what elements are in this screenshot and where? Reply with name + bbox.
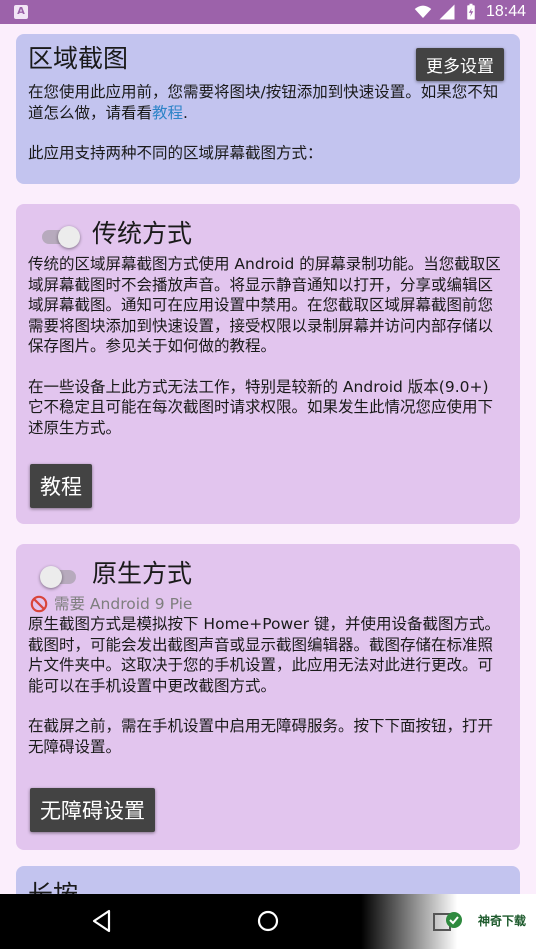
native-method-switch[interactable] [40,564,78,588]
legacy-method-card: 传统方式 传统的区域屏幕截图方式使用 Android 的屏幕录制功能。当您截取区… [16,204,520,524]
requirement-text: 需要 Android 9 Pie [54,595,193,613]
watermark-text: 神奇下载 [477,914,526,928]
native-method-title: 原生方式 [92,559,193,588]
native-accessibility-note: 在截屏之前，需在手机设置中启用无障碍服务。按下下面按钮，打开无障碍设置。 [28,717,494,756]
tutorial-button[interactable]: 教程 [30,464,92,508]
long-press-card: 长按 [16,866,520,894]
wifi-icon [414,5,432,18]
accessibility-settings-button[interactable]: 无障碍设置 [30,788,155,832]
main-scroll-content[interactable]: 区域截图 更多设置 在您使用此应用前，您需要将图块/按钮添加到快速设置。如果您不… [0,24,536,894]
watermark: 神奇下载 [361,894,536,949]
navigation-bar: 神奇下载 [0,894,536,949]
legacy-method-switch[interactable] [42,224,80,248]
watermark-logo-icon [446,912,462,928]
tutorial-link[interactable]: 教程 [152,104,183,122]
requirement-row: 需要 Android 9 Pie [30,594,508,614]
status-icons: 18:44 [414,0,526,24]
app-notification-icon: A [14,5,28,19]
native-method-card: 原生方式 需要 Android 9 Pie 原生截图方式是模拟按下 Home+P… [16,544,520,850]
status-bar: A 18:44 [0,0,536,24]
intro-text: 在您使用此应用前，您需要将图块/按钮添加到快速设置。如果您不知道怎么做，请看看教… [28,82,508,123]
back-icon[interactable] [89,908,115,934]
methods-text: 此应用支持两种不同的区域屏幕截图方式： [28,144,323,162]
legacy-method-header: 传统方式 [28,214,508,254]
legacy-warning: 在一些设备上此方式无法工作，特别是较新的 Android 版本(9.0+) 它不… [28,377,494,437]
clock: 18:44 [485,3,526,20]
native-method-header: 原生方式 [28,554,508,594]
long-press-title: 长按 [28,878,508,894]
legacy-description: 传统的区域屏幕截图方式使用 Android 的屏幕录制功能。当您截取区域屏幕截图… [28,255,501,355]
region-screenshot-card: 区域截图 更多设置 在您使用此应用前，您需要将图块/按钮添加到快速设置。如果您不… [16,34,520,184]
battery-charging-icon [467,3,475,20]
intro-text-part: 在您使用此应用前，您需要将图块/按钮添加到快速设置。如果您不知道怎么做，请看看 [28,83,499,122]
native-description: 原生截图方式是模拟按下 Home+Power 键，并使用设备截图方式。截图时，可… [28,615,500,695]
legacy-method-title: 传统方式 [92,219,193,248]
not-allowed-icon [30,595,48,613]
signal-icon [439,4,455,20]
intro-text-end: . [183,103,188,122]
more-settings-button[interactable]: 更多设置 [416,48,504,81]
home-icon[interactable] [255,908,281,934]
